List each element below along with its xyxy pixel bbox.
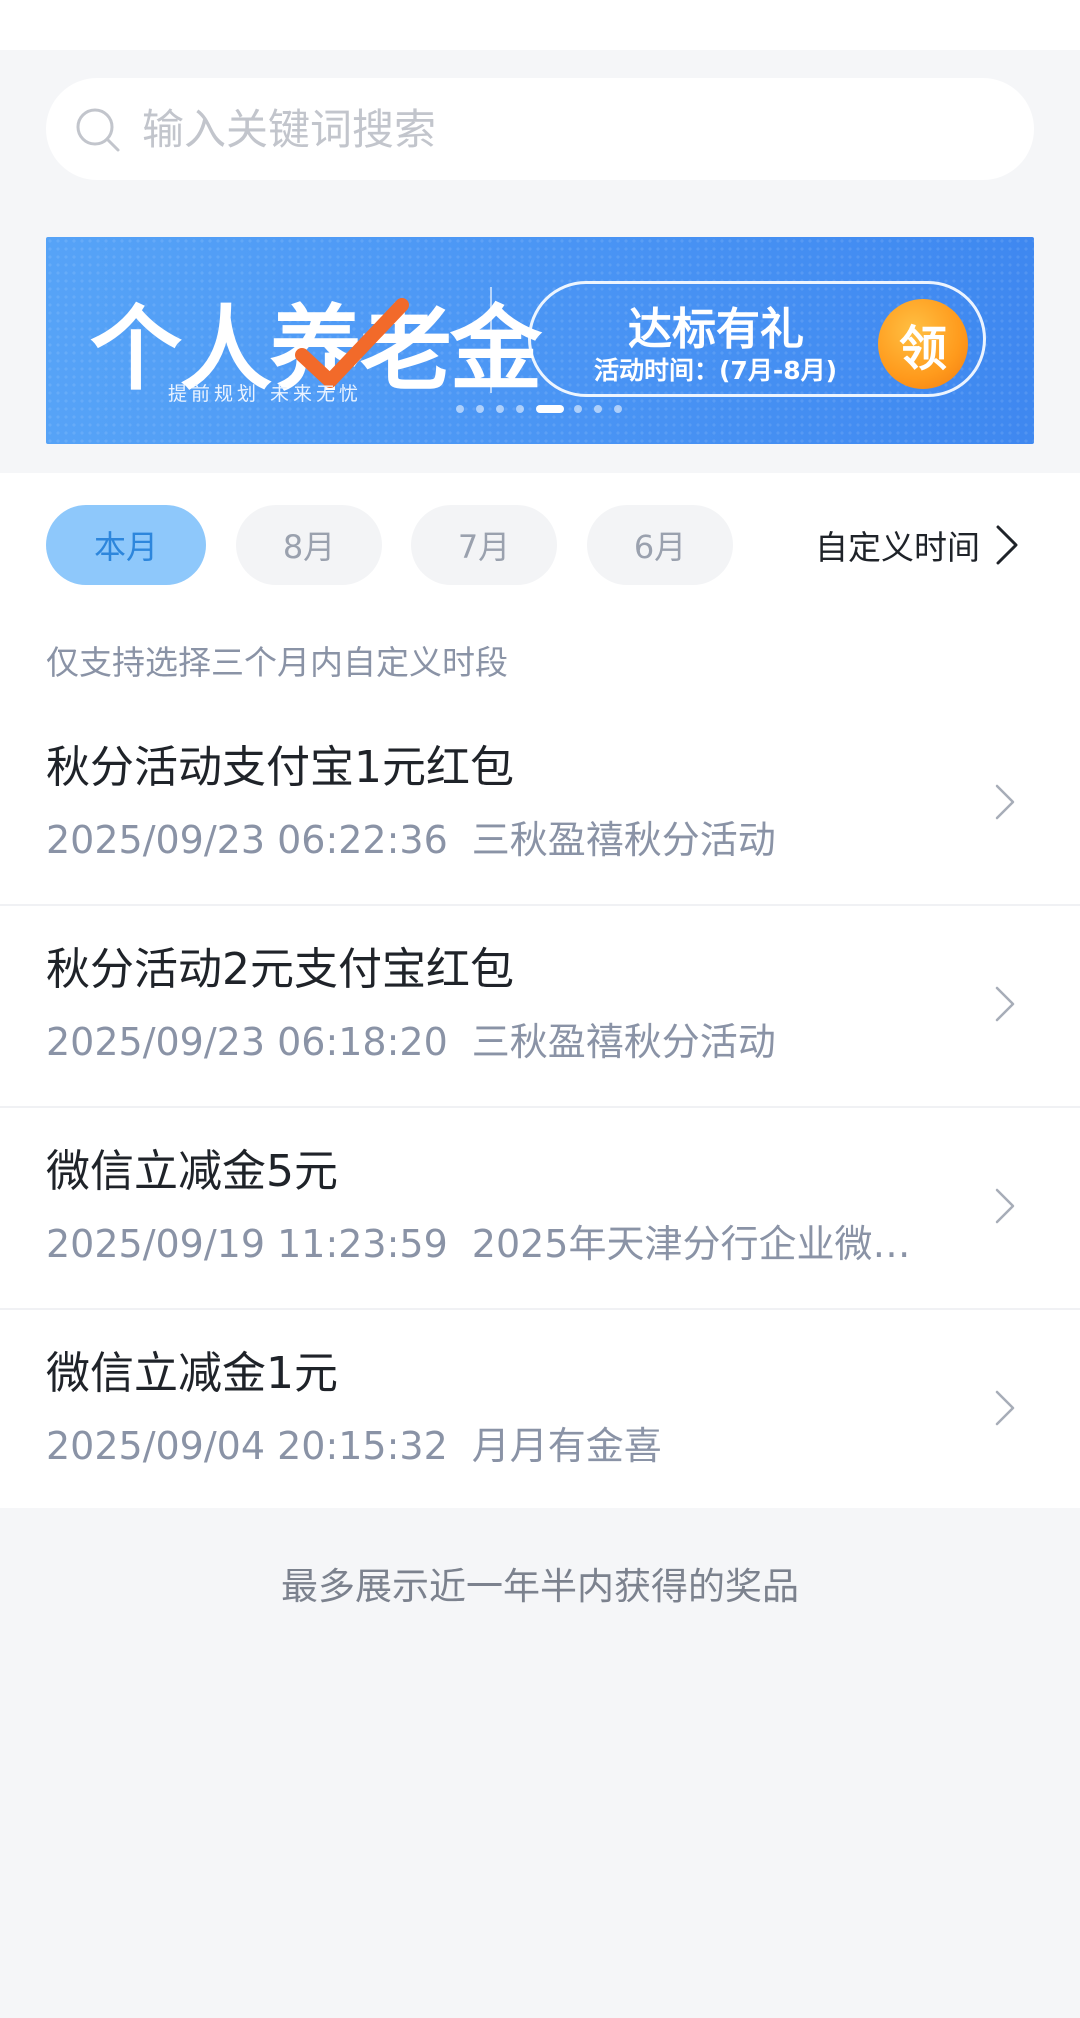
custom-time-label: 自定义时间: [815, 528, 980, 567]
carousel-dot: [516, 405, 524, 413]
prize-activity: 三秋盈禧秋分活动: [471, 1020, 776, 1064]
filter-chip-june[interactable]: 6月: [587, 505, 733, 585]
chevron-right-icon: [996, 525, 1018, 565]
chevron-right-icon: [995, 986, 1015, 1022]
prize-meta: 2025/09/04 20:15:32 月月有金喜: [46, 1415, 946, 1470]
banner-cta-text: 达标有礼: [628, 304, 804, 355]
carousel-dot: [614, 405, 622, 413]
prize-meta: 2025/09/19 11:23:59 2025年天津分行企业微信...: [46, 1213, 946, 1268]
custom-time-button[interactable]: 自定义时间: [815, 518, 1020, 572]
search-bar[interactable]: [46, 78, 1034, 180]
prize-meta: 2025/09/23 06:22:36 三秋盈禧秋分活动: [46, 809, 946, 864]
chevron-right-icon: [995, 1188, 1015, 1224]
prize-list-item[interactable]: 微信立减金5元 2025/09/19 11:23:59 2025年天津分行企业微信…: [0, 1107, 1080, 1307]
carousel-dot: [574, 405, 582, 413]
footer-note: 最多展示近一年半内获得的奖品: [281, 1565, 799, 1608]
filter-chip-this-month[interactable]: 本月: [46, 505, 206, 585]
chevron-right-icon: [995, 784, 1015, 820]
banner-time: 活动时间：(7月-8月): [594, 356, 838, 385]
filter-chip-august[interactable]: 8月: [236, 505, 382, 585]
claim-badge[interactable]: 领: [878, 299, 968, 389]
prize-datetime: 2025/09/23 06:18:20: [46, 1020, 448, 1064]
carousel-dot: [496, 405, 504, 413]
prize-activity: 2025年天津分行企业微信...: [471, 1222, 946, 1266]
chevron-right-icon: [995, 1390, 1015, 1426]
carousel-indicators: [456, 405, 656, 415]
prize-datetime: 2025/09/19 11:23:59: [46, 1222, 448, 1266]
prize-title: 微信立减金5元: [46, 1146, 338, 1197]
prize-title: 微信立减金1元: [46, 1348, 338, 1399]
carousel-dot: [456, 405, 464, 413]
banner-subtitle: 提前规划 未来无忧: [168, 383, 363, 405]
carousel-dot: [594, 405, 602, 413]
status-bar-area: [0, 0, 1080, 50]
search-icon: [76, 108, 120, 152]
prize-list-item[interactable]: 微信立减金1元 2025/09/04 20:15:32 月月有金喜: [0, 1309, 1080, 1509]
prize-activity: 三秋盈禧秋分活动: [471, 818, 776, 862]
promo-banner[interactable]: 个人养老金 提前规划 未来无忧 达标有礼 活动时间：(7月-8月) 领: [46, 237, 1034, 444]
banner-divider: [490, 287, 492, 393]
filter-hint: 仅支持选择三个月内自定义时段: [46, 643, 508, 682]
prize-list-item[interactable]: 秋分活动支付宝1元红包 2025/09/23 06:22:36 三秋盈禧秋分活动: [0, 703, 1080, 903]
prize-datetime: 2025/09/23 06:22:36: [46, 818, 448, 862]
carousel-dot-active: [536, 405, 564, 413]
prize-datetime: 2025/09/04 20:15:32: [46, 1424, 448, 1468]
filter-chip-july[interactable]: 7月: [411, 505, 557, 585]
carousel-dot: [476, 405, 484, 413]
prize-title: 秋分活动2元支付宝红包: [46, 944, 514, 995]
search-input[interactable]: [142, 78, 1002, 180]
prize-list-item[interactable]: 秋分活动2元支付宝红包 2025/09/23 06:18:20 三秋盈禧秋分活动: [0, 905, 1080, 1105]
prize-activity: 月月有金喜: [471, 1424, 662, 1468]
prize-title: 秋分活动支付宝1元红包: [46, 742, 514, 793]
prize-meta: 2025/09/23 06:18:20 三秋盈禧秋分活动: [46, 1011, 946, 1066]
